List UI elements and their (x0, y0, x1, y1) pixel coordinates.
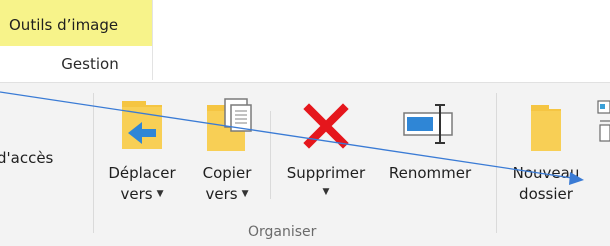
contextual-tab-title: Outils d’image (9, 16, 119, 34)
new-folder-label: Nouveau dossier (512, 164, 580, 203)
explorer-ribbon-screenshot: Outils d’image Gestion d'accès Déplacer … (0, 0, 610, 246)
copy-to-folder-icon (207, 98, 252, 151)
tab-gestion[interactable]: Gestion (0, 46, 152, 82)
rename-label: Renommer (388, 164, 472, 182)
new-folder-icon (531, 105, 561, 151)
copy-to-label: Copier vers ▼ (202, 164, 252, 203)
quick-access-cut-label[interactable]: d'accès (0, 149, 53, 167)
chevron-down-icon: ▼ (241, 189, 249, 199)
delete-label: Supprimer (286, 164, 366, 182)
new-folder-button[interactable]: Nouveau dossier (502, 97, 590, 217)
inner-separator (270, 111, 271, 199)
rename-icon (403, 104, 453, 144)
copy-to-button[interactable]: Copier vers ▼ (188, 97, 266, 217)
delete-button[interactable]: Supprimer ▼ (276, 97, 376, 217)
tab-gestion-label: Gestion (61, 55, 119, 73)
delete-x-icon (303, 103, 349, 149)
move-to-button[interactable]: Déplacer vers ▼ (96, 97, 188, 217)
move-to-label: Déplacer vers ▼ (108, 164, 176, 203)
group-separator (496, 93, 497, 233)
group-label-organiser: Organiser (248, 224, 317, 240)
ribbon: d'accès Déplacer vers ▼ Copier vers ▼ Su… (0, 82, 610, 246)
chevron-down-icon: ▼ (322, 187, 330, 197)
chevron-down-icon: ▼ (156, 189, 164, 199)
partial-ribbon-icons (597, 100, 610, 142)
rename-button[interactable]: Renommer (378, 97, 482, 217)
group-separator (93, 93, 94, 233)
move-to-folder-icon (122, 101, 162, 149)
contextual-tab-separator (152, 0, 153, 80)
